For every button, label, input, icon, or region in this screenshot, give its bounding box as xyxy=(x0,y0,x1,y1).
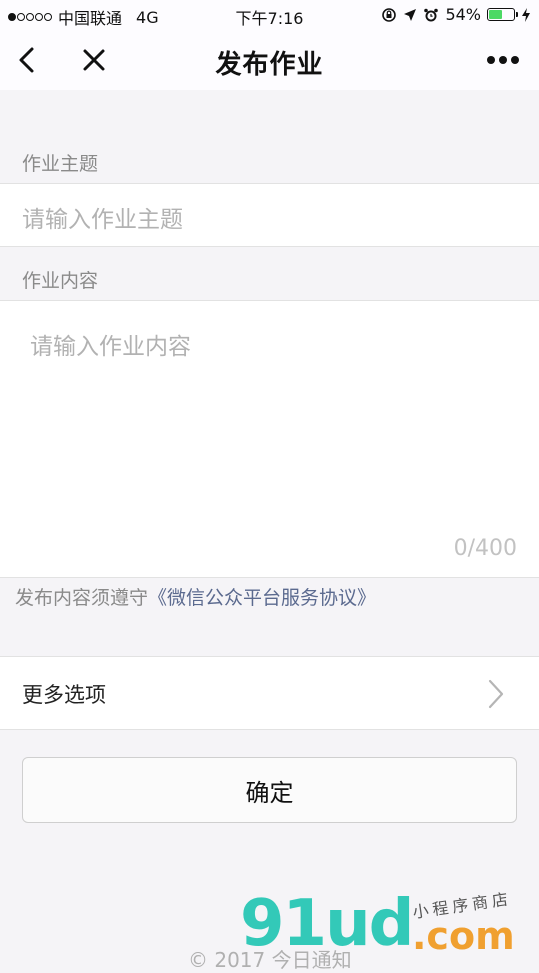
charging-icon xyxy=(522,7,530,22)
watermark: 91ud 小程序商店 .com xyxy=(240,888,530,960)
character-counter: 0/400 xyxy=(453,536,517,561)
content-placeholder: 请输入作业内容 xyxy=(30,334,191,360)
more-options-row[interactable]: 更多选项 xyxy=(0,656,539,730)
more-options-label: 更多选项 xyxy=(22,683,106,707)
chevron-right-icon xyxy=(488,679,504,709)
battery-icon xyxy=(487,8,518,21)
battery-fill xyxy=(489,10,502,19)
battery-percent: 54% xyxy=(445,5,481,24)
watermark-domain: .com xyxy=(412,914,515,958)
status-right: 54% xyxy=(381,5,531,24)
watermark-logo: 91ud xyxy=(240,887,414,961)
content-textarea[interactable]: 请输入作业内容 0/400 xyxy=(0,300,539,578)
subject-label: 作业主题 xyxy=(22,153,99,175)
alarm-icon xyxy=(424,8,439,21)
subject-input[interactable]: 请输入作业主题 xyxy=(0,183,539,247)
content-label: 作业内容 xyxy=(22,270,99,292)
agreement-link[interactable]: 《微信公众平台服务协议》 xyxy=(148,587,376,609)
location-arrow-icon xyxy=(404,8,417,21)
status-bar: 中国联通 4G 下午7:16 54% xyxy=(0,0,539,30)
subject-placeholder: 请输入作业主题 xyxy=(22,207,183,233)
agreement-notice: 发布内容须遵守《微信公众平台服务协议》 xyxy=(15,583,376,610)
rotation-lock-icon xyxy=(382,7,397,22)
confirm-button[interactable]: 确定 xyxy=(22,757,517,823)
agreement-prefix: 发布内容须遵守 xyxy=(15,587,149,609)
page-title: 发布作业 xyxy=(215,50,324,80)
nav-bar: 发布作业 xyxy=(0,30,539,90)
more-dots-icon[interactable] xyxy=(481,44,525,76)
